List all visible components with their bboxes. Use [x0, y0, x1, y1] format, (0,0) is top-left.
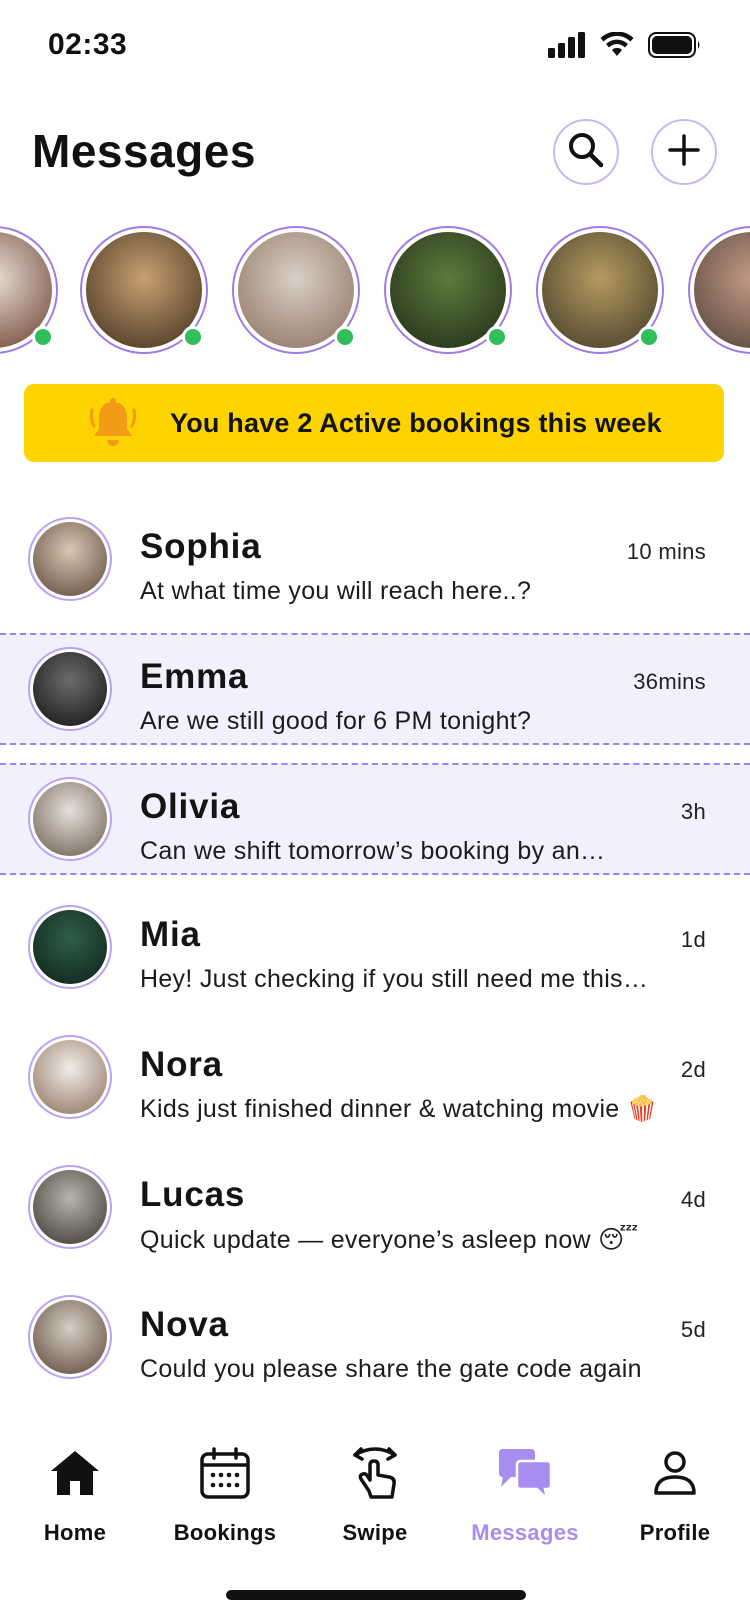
chat-preview: Could you please share the gate code aga… — [140, 1355, 642, 1383]
chat-row[interactable]: Nova 5d Could you please share the gate … — [0, 1283, 750, 1395]
chat-preview: At what time you will reach here..? — [140, 577, 532, 605]
avatar — [28, 647, 112, 731]
story-avatar[interactable] — [80, 226, 208, 354]
cellular-signal-icon — [548, 32, 586, 63]
plus-icon — [667, 133, 701, 172]
chat-time: 5d — [680, 1317, 706, 1342]
bell-icon — [88, 396, 138, 455]
header: Messages — [0, 110, 750, 190]
story-avatar[interactable] — [384, 226, 512, 354]
search-button[interactable] — [553, 119, 619, 185]
chat-preview: Are we still good for 6 PM tonight? — [140, 707, 532, 735]
page-title: Messages — [32, 125, 256, 177]
chat-time: 3h — [680, 799, 706, 824]
user-icon — [652, 1450, 698, 1501]
avatar — [28, 905, 112, 989]
chat-row[interactable]: Sophia 10 mins At what time you will rea… — [0, 505, 750, 617]
chat-name: Mia — [140, 915, 201, 954]
wifi-icon — [600, 31, 634, 63]
avatar-photo — [33, 652, 107, 726]
avatar — [28, 1295, 112, 1379]
swipe-gesture-icon — [349, 1445, 401, 1506]
chat-row[interactable]: Mia 1d Hey! Just checking if you still n… — [0, 893, 750, 1005]
bottom-nav: Home Bookings Swipe Messages Profile — [0, 1440, 750, 1570]
home-icon — [49, 1449, 101, 1502]
search-icon — [567, 131, 605, 174]
chat-row[interactable]: Lucas 4d Quick update — everyone’s aslee… — [0, 1153, 750, 1265]
chat-name: Olivia — [140, 787, 241, 826]
nav-label: Bookings — [173, 1520, 277, 1545]
chat-name: Emma — [140, 657, 249, 696]
avatar-photo — [33, 1170, 107, 1244]
avatar-photo — [33, 910, 107, 984]
banner-text: You have 2 Active bookings this week — [170, 408, 662, 438]
story-avatar[interactable] — [536, 226, 664, 354]
status-time: 02:33 — [48, 28, 128, 61]
nav-home[interactable]: Home — [0, 1440, 150, 1560]
story-avatar[interactable] — [688, 226, 750, 354]
active-bookings-banner[interactable]: You have 2 Active bookings this week — [24, 384, 724, 462]
online-indicator — [334, 326, 356, 348]
online-indicator — [638, 326, 660, 348]
chat-time: 4d — [680, 1187, 706, 1212]
status-bar: 02:33 — [0, 0, 750, 96]
nav-label: Swipe — [342, 1520, 408, 1545]
nav-label: Home — [43, 1520, 107, 1545]
chat-row[interactable]: Emma 36mins Are we still good for 6 PM t… — [0, 633, 750, 745]
chat-time: 10 mins — [626, 539, 706, 564]
online-indicator — [486, 326, 508, 348]
avatar-photo — [33, 1040, 107, 1114]
chat-time: 36mins — [633, 669, 706, 694]
new-message-button[interactable] — [651, 119, 717, 185]
battery-icon — [648, 32, 702, 63]
avatar-photo — [33, 782, 107, 856]
chat-row[interactable]: Nora 2d Kids just finished dinner & watc… — [0, 1023, 750, 1135]
chat-bubbles-icon — [497, 1447, 553, 1504]
story-photo — [694, 232, 750, 348]
avatar — [28, 1035, 112, 1119]
avatar-photo — [33, 522, 107, 596]
nav-profile[interactable]: Profile — [600, 1440, 750, 1560]
nav-messages[interactable]: Messages — [450, 1440, 600, 1560]
nav-label: Profile — [639, 1520, 711, 1545]
chat-row[interactable]: Olivia 3h Can we shift tomorrow’s bookin… — [0, 763, 750, 875]
online-indicator — [182, 326, 204, 348]
chat-time: 1d — [680, 927, 706, 952]
chat-preview: Kids just finished dinner & watching mov… — [140, 1095, 659, 1123]
avatar-photo — [33, 1300, 107, 1374]
chat-preview: Hey! Just checking if you still need me … — [140, 965, 649, 993]
nav-bookings[interactable]: Bookings — [150, 1440, 300, 1560]
stories-carousel[interactable] — [0, 224, 750, 358]
story-avatar[interactable] — [232, 226, 360, 354]
avatar — [28, 1165, 112, 1249]
home-indicator — [226, 1590, 526, 1600]
avatar — [28, 517, 112, 601]
chat-name: Lucas — [140, 1175, 246, 1214]
status-icons — [548, 31, 702, 63]
chat-name: Sophia — [140, 527, 262, 566]
calendar-icon — [200, 1446, 250, 1504]
chat-preview: Can we shift tomorrow’s booking by an… — [140, 837, 606, 865]
nav-label: Messages — [471, 1520, 579, 1545]
chat-preview: Quick update — everyone’s asleep now 😴 — [140, 1226, 639, 1254]
chat-name: Nova — [140, 1305, 229, 1344]
avatar — [28, 777, 112, 861]
nav-swipe[interactable]: Swipe — [300, 1440, 450, 1560]
story-avatar[interactable] — [0, 226, 58, 354]
online-indicator — [32, 326, 54, 348]
chat-name: Nora — [140, 1045, 223, 1084]
chat-time: 2d — [680, 1057, 706, 1082]
